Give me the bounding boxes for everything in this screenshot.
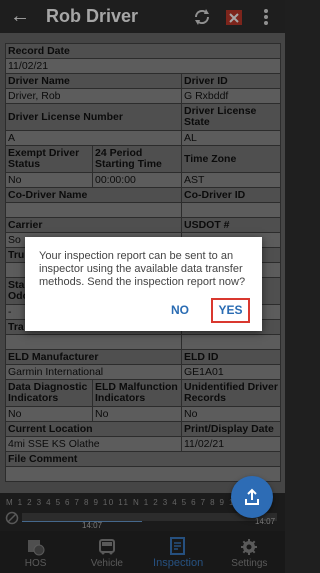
send-report-dialog: Your inspection report can be sent to an… xyxy=(25,237,262,331)
dialog-message: Your inspection report can be sent to an… xyxy=(39,250,246,288)
no-button[interactable]: NO xyxy=(171,303,189,317)
upload-icon xyxy=(245,488,259,505)
yes-button[interactable]: YES xyxy=(211,298,250,323)
share-button[interactable] xyxy=(231,476,273,518)
